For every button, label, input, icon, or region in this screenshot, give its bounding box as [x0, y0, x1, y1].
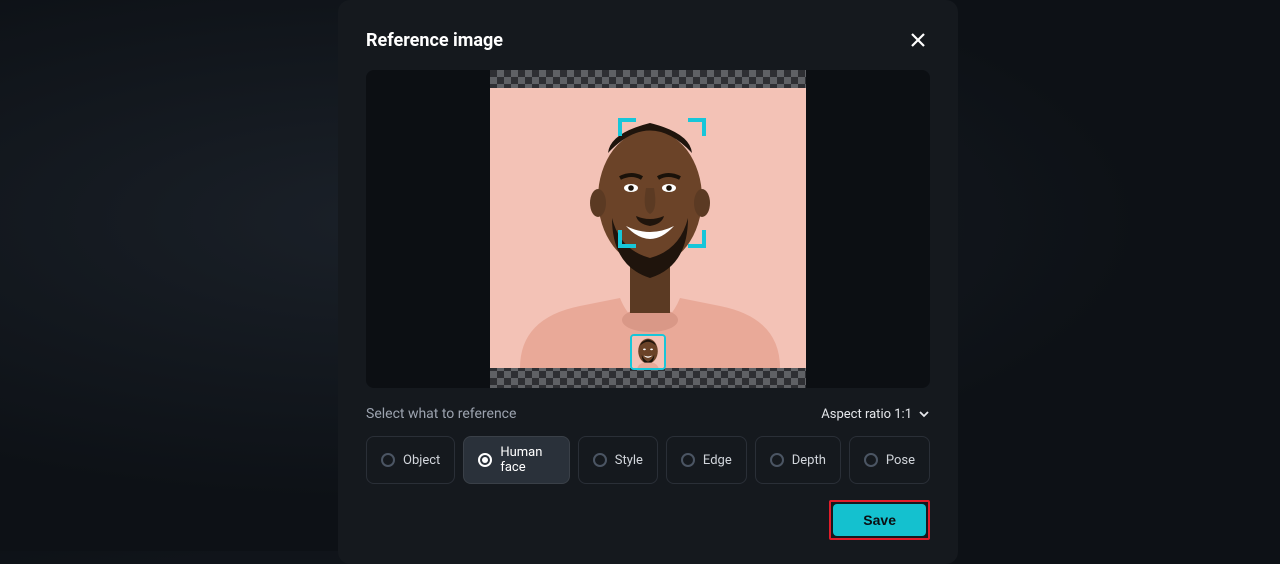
radio-icon: [864, 453, 878, 467]
modal-header: Reference image: [366, 28, 930, 52]
chevron-down-icon: [918, 408, 930, 420]
modal-footer: Save: [366, 500, 930, 540]
save-button[interactable]: Save: [833, 504, 926, 536]
option-label: Depth: [792, 453, 826, 468]
radio-icon: [770, 453, 784, 467]
option-label: Edge: [703, 453, 732, 468]
reference-image-preview[interactable]: [490, 88, 806, 368]
option-label: Style: [615, 453, 643, 468]
option-human-face[interactable]: Human face: [463, 436, 569, 484]
close-button[interactable]: [906, 28, 930, 52]
option-pose[interactable]: Pose: [849, 436, 930, 484]
aspect-ratio-label: Aspect ratio 1:1: [821, 407, 912, 422]
reference-options: Object Human face Style Edge Depth Pose: [366, 436, 930, 484]
option-depth[interactable]: Depth: [755, 436, 841, 484]
radio-icon: [478, 453, 492, 467]
close-icon: [910, 32, 926, 48]
radio-icon: [593, 453, 607, 467]
option-label: Object: [403, 453, 440, 468]
face-thumbnail[interactable]: [630, 334, 666, 370]
select-reference-label: Select what to reference: [366, 406, 516, 422]
option-label: Human face: [500, 445, 554, 475]
modal-title: Reference image: [366, 30, 503, 51]
radio-icon: [381, 453, 395, 467]
option-object[interactable]: Object: [366, 436, 455, 484]
controls-row: Select what to reference Aspect ratio 1:…: [366, 406, 930, 422]
image-preview-container: [366, 70, 930, 388]
option-edge[interactable]: Edge: [666, 436, 747, 484]
radio-icon: [681, 453, 695, 467]
reference-image-modal: Reference image: [338, 0, 958, 564]
option-label: Pose: [886, 453, 915, 468]
option-style[interactable]: Style: [578, 436, 658, 484]
save-highlight: Save: [829, 500, 930, 540]
aspect-ratio-dropdown[interactable]: Aspect ratio 1:1: [821, 407, 930, 422]
